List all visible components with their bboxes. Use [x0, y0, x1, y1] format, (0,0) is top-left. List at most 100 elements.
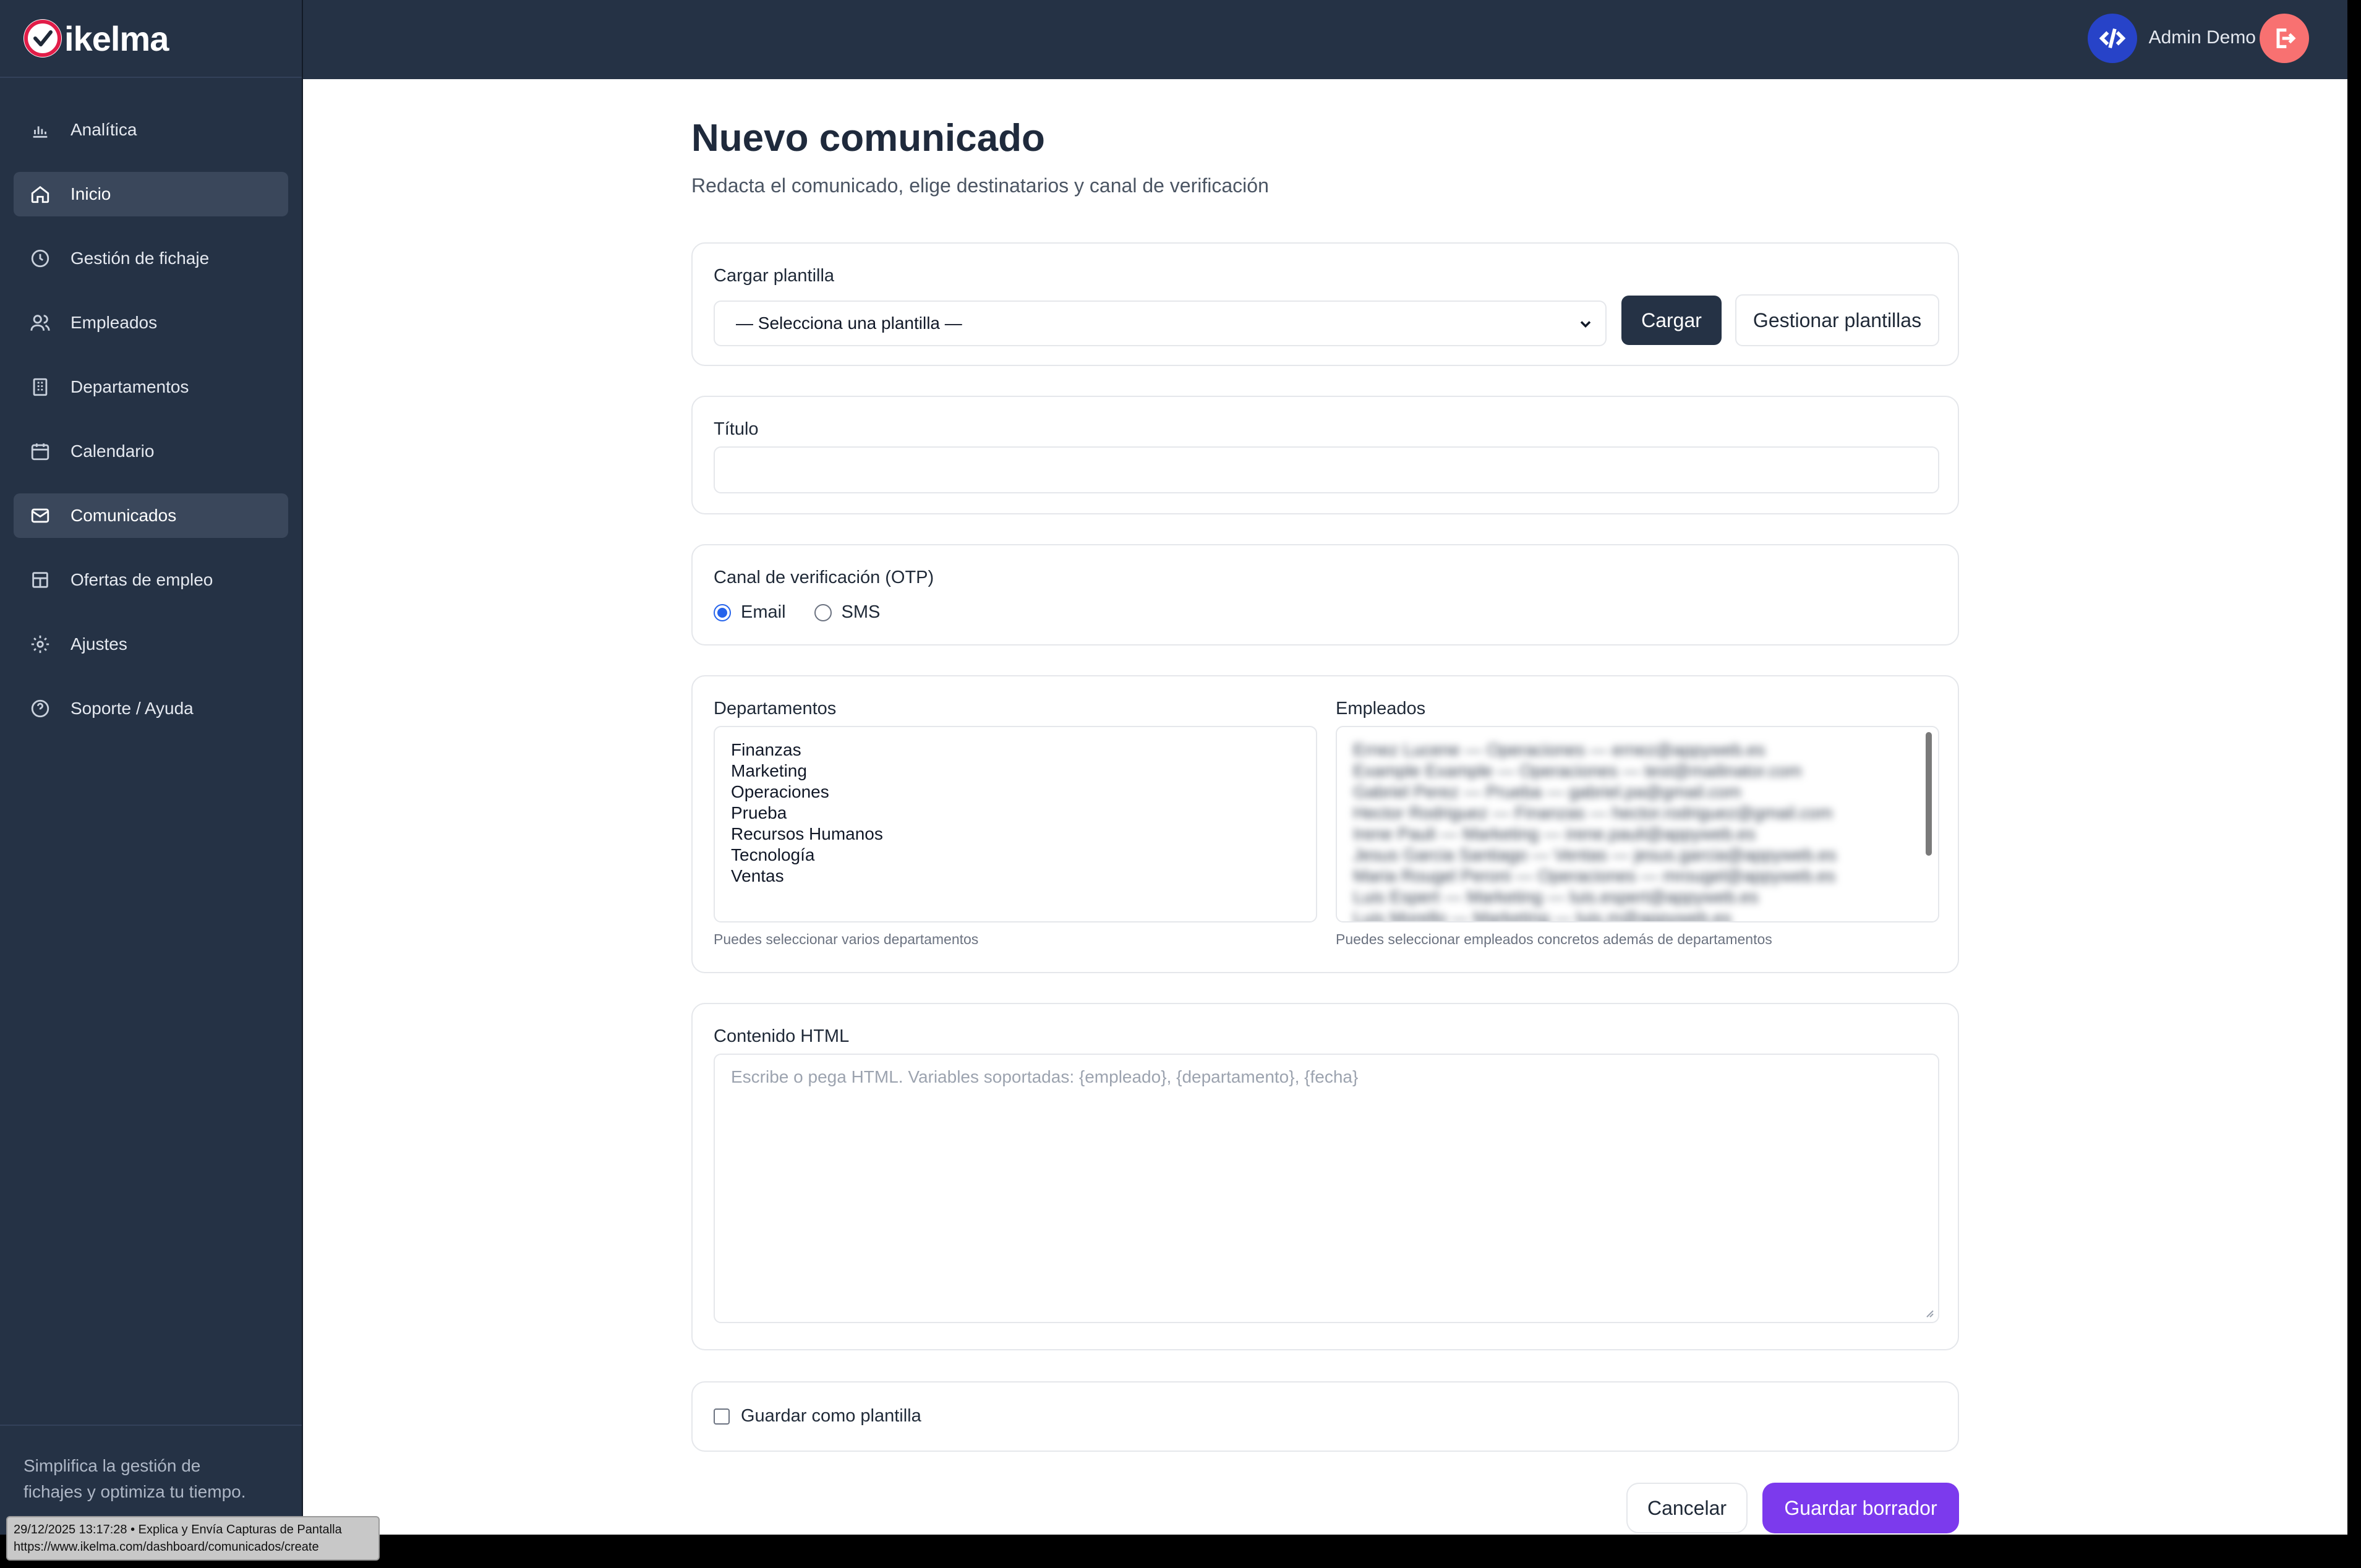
sidebar-item-label: Gestión de fichaje [70, 249, 210, 268]
list-item[interactable]: Maria Rougel Peroni — Operaciones — mrou… [1353, 866, 1922, 887]
save-template-option[interactable]: Guardar como plantilla [714, 1406, 921, 1426]
departments-hint: Puedes seleccionar varios departamentos [714, 931, 979, 947]
resize-handle-icon[interactable] [1923, 1307, 1934, 1318]
sidebar-nav: Analítica Inicio Gestión de fichaje Empl… [0, 78, 302, 731]
otp-card: Canal de verificación (OTP) Email SMS [691, 544, 1959, 646]
list-item[interactable]: Irene Pauli — Marketing — irene.pauli@ap… [1353, 824, 1922, 845]
list-item[interactable]: Jesus Garcia Santiago — Ventas — jesus.g… [1353, 845, 1922, 866]
sidebar-item-departamentos[interactable]: Departamentos [14, 365, 288, 409]
sidebar-item-label: Inicio [70, 184, 111, 203]
otp-radio-sms-label[interactable]: SMS [842, 602, 881, 623]
sidebar-item-label: Analítica [70, 120, 137, 139]
list-item[interactable]: Finanzas [731, 739, 1300, 761]
capture-status-overlay: 29/12/2025 13:17:28 • Explica y Envía Ca… [6, 1516, 380, 1561]
logout-icon [2276, 28, 2296, 48]
content-placeholder: Escribe o pega HTML. Variables soportada… [731, 1067, 1359, 1086]
check-logo-icon [23, 19, 62, 58]
sidebar-item-soporte[interactable]: Soporte / Ayuda [14, 686, 288, 731]
tagline-line-1: Simplifica la gestión de [23, 1456, 201, 1475]
template-select[interactable]: — Selecciona una plantilla — [714, 300, 1607, 346]
employees-label: Empleados [1336, 699, 1426, 718]
chevron-down-icon [1577, 315, 1594, 333]
template-label: Cargar plantilla [714, 266, 835, 286]
calendar-icon [30, 441, 51, 462]
tagline-line-2: fichajes y optimiza tu tiempo. [23, 1482, 246, 1501]
capture-timestamp: 29/12/2025 13:17:28 • Explica y Envía Ca… [14, 1523, 342, 1536]
sidebar-item-label: Ofertas de empleo [70, 570, 213, 589]
list-item[interactable]: Luis Espert — Marketing — luis.espert@ap… [1353, 887, 1922, 908]
departments-multiselect[interactable]: Finanzas Marketing Operaciones Prueba Re… [714, 726, 1317, 922]
employees-hint: Puedes seleccionar empleados concretos a… [1336, 931, 1772, 947]
chart-icon [30, 119, 51, 140]
sidebar-item-ajustes[interactable]: Ajustes [14, 622, 288, 667]
code-icon [2099, 28, 2126, 49]
main-content: Nuevo comunicado Redacta el comunicado, … [691, 79, 1959, 1533]
content-card: Contenido HTML Escribe o pega HTML. Vari… [691, 1003, 1959, 1350]
save-template-checkbox[interactable] [714, 1408, 730, 1425]
sidebar-item-calendario[interactable]: Calendario [14, 429, 288, 474]
otp-radio-email-label[interactable]: Email [741, 602, 786, 623]
topbar: Admin Demo [303, 0, 2347, 79]
title-input[interactable] [714, 446, 1939, 493]
list-item[interactable]: Operaciones [731, 782, 1300, 803]
sidebar-item-label: Calendario [70, 441, 155, 461]
brand-logo[interactable]: ikelma [0, 0, 302, 78]
save-template-label[interactable]: Guardar como plantilla [741, 1406, 921, 1426]
load-template-button[interactable]: Cargar [1621, 296, 1722, 345]
template-select-value: — Selecciona una plantilla — [736, 313, 962, 333]
manage-templates-button[interactable]: Gestionar plantillas [1735, 294, 1939, 346]
sidebar-item-comunicados[interactable]: Comunicados [14, 493, 288, 538]
content-textarea[interactable]: Escribe o pega HTML. Variables soportada… [714, 1054, 1939, 1323]
sidebar-item-label: Departamentos [70, 377, 189, 396]
help-icon [30, 698, 51, 719]
sidebar-item-label: Ajustes [70, 634, 127, 654]
briefcase-icon [30, 569, 51, 590]
list-item[interactable]: Recursos Humanos [731, 824, 1300, 845]
developer-mode-button[interactable] [2088, 14, 2137, 63]
building-icon [30, 377, 51, 398]
sidebar-item-inicio[interactable]: Inicio [14, 172, 288, 216]
sidebar: ikelma Analítica Inicio Gestión de ficha… [0, 0, 303, 1535]
capture-url: https://www.ikelma.com/dashboard/comunic… [14, 1540, 319, 1554]
list-item[interactable]: Example Example — Operaciones — test@mai… [1353, 761, 1922, 782]
logout-button[interactable] [2260, 14, 2309, 63]
content-label: Contenido HTML [714, 1026, 850, 1046]
list-item[interactable]: Ventas [731, 866, 1300, 887]
gear-icon [30, 634, 51, 655]
recipients-card: Departamentos Finanzas Marketing Operaci… [691, 675, 1959, 973]
list-item[interactable]: Ernez Lucene — Operaciones — ernez@appyw… [1353, 739, 1922, 761]
save-draft-button[interactable]: Guardar borrador [1762, 1483, 1959, 1533]
list-item[interactable]: Hector Rodriguez — Finanzas — hector.rod… [1353, 803, 1922, 824]
departments-label: Departamentos [714, 699, 837, 718]
employees-multiselect[interactable]: Ernez Lucene — Operaciones — ernez@appyw… [1336, 726, 1939, 922]
otp-label: Canal de verificación (OTP) [714, 568, 934, 587]
template-card: Cargar plantilla — Selecciona una planti… [691, 242, 1959, 366]
clock-icon [30, 248, 51, 269]
app-window: ikelma Analítica Inicio Gestión de ficha… [0, 0, 2347, 1535]
sidebar-item-analitica[interactable]: Analítica [14, 108, 288, 152]
cancel-button[interactable]: Cancelar [1626, 1483, 1748, 1533]
title-card: Título [691, 396, 1959, 514]
list-item[interactable]: Luis Morello — Marketing — luis.m@appywe… [1353, 908, 1922, 921]
employees-scrollbar[interactable] [1926, 732, 1932, 856]
sidebar-item-label: Comunicados [70, 506, 177, 525]
otp-radio-sms[interactable] [814, 603, 832, 621]
sidebar-item-label: Empleados [70, 313, 158, 332]
sidebar-item-fichaje[interactable]: Gestión de fichaje [14, 236, 288, 281]
home-icon [30, 184, 51, 205]
mail-icon [30, 505, 51, 526]
users-icon [30, 312, 51, 333]
otp-radio-email[interactable] [714, 603, 731, 621]
page-subtitle: Redacta el comunicado, elige destinatari… [691, 174, 1269, 197]
brand-name: ikelma [64, 19, 169, 58]
list-item[interactable]: Tecnología [731, 845, 1300, 866]
page-title: Nuevo comunicado [691, 117, 1045, 160]
save-template-card: Guardar como plantilla [691, 1381, 1959, 1452]
user-name: Admin Demo [2148, 27, 2256, 48]
title-label: Título [714, 419, 759, 439]
list-item[interactable]: Marketing [731, 761, 1300, 782]
list-item[interactable]: Prueba [731, 803, 1300, 824]
sidebar-item-ofertas[interactable]: Ofertas de empleo [14, 558, 288, 602]
list-item[interactable]: Gabriel Perez — Prueba — gabriel.pa@gmai… [1353, 782, 1922, 803]
sidebar-item-empleados[interactable]: Empleados [14, 300, 288, 345]
